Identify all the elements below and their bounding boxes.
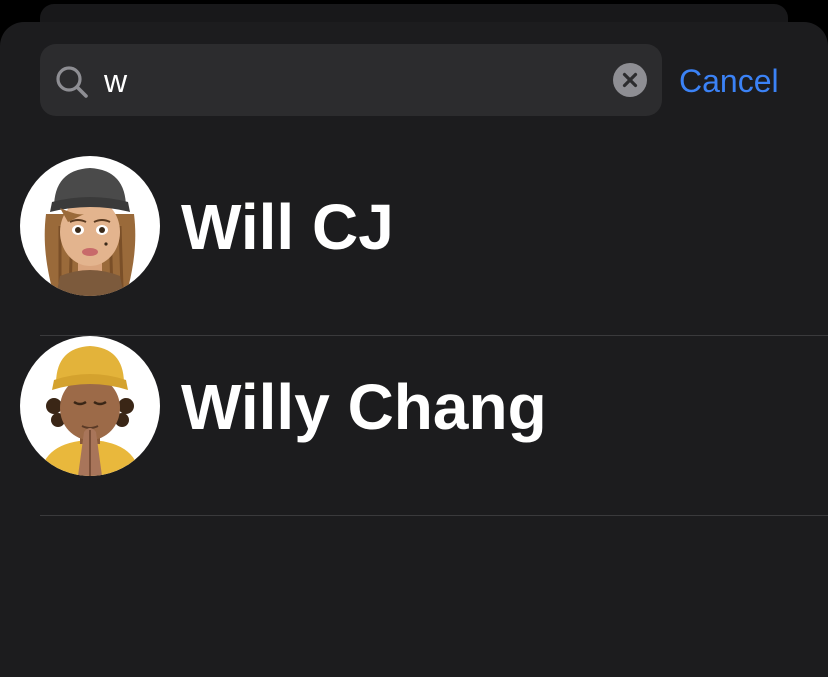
memoji-yellow-beanie-praying-icon <box>40 346 140 476</box>
cancel-button[interactable]: Cancel <box>679 44 779 116</box>
contact-name: Will CJ <box>181 191 394 263</box>
avatar <box>20 336 160 476</box>
avatar <box>20 156 160 296</box>
search-input[interactable]: w <box>104 44 127 116</box>
search-field[interactable]: w <box>40 44 662 116</box>
clear-search-icon[interactable] <box>613 63 647 97</box>
contact-search-screen: w Cancel Will CJ Willy Chang <box>0 0 828 677</box>
contact-row[interactable]: Willy Chang <box>0 336 828 516</box>
memoji-beanie-long-hair-icon <box>44 168 136 296</box>
contact-name: Willy Chang <box>181 371 547 443</box>
search-icon <box>54 64 90 100</box>
contact-row[interactable]: Will CJ <box>0 156 828 336</box>
search-sheet: w Cancel Will CJ Willy Chang <box>0 22 828 677</box>
row-separator <box>40 515 828 516</box>
